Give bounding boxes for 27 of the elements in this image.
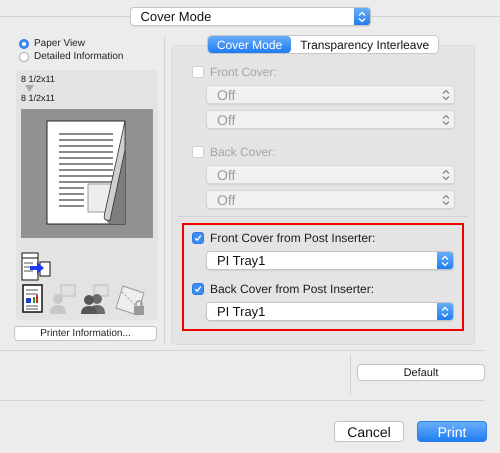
paper-size-label: 8 1/2x11 bbox=[21, 92, 56, 103]
arrow-down-icon bbox=[25, 85, 34, 92]
default-button[interactable]: Default bbox=[357, 364, 485, 381]
radio-button[interactable] bbox=[19, 52, 29, 62]
popup-button[interactable]: Cover Mode bbox=[130, 7, 370, 26]
radio-button[interactable] bbox=[19, 38, 29, 48]
checkbox-label: Front Cover from Post Inserter: bbox=[210, 231, 376, 245]
people-icon bbox=[81, 284, 109, 314]
checkbox[interactable] bbox=[192, 232, 204, 244]
popup-button[interactable]: PI Tray1 bbox=[206, 302, 454, 321]
paper-size-label: 8 1/2x11 bbox=[21, 74, 56, 84]
printer-information-button[interactable]: Printer Information... bbox=[14, 326, 157, 341]
checkbox-label: Front Cover: bbox=[210, 65, 277, 79]
checkbox-label: Back Cover from Post Inserter: bbox=[210, 282, 374, 296]
document-icon bbox=[21, 284, 45, 314]
stepper-icon bbox=[437, 252, 453, 269]
checkbox-label: Back Cover: bbox=[210, 145, 276, 159]
stepper-icon bbox=[437, 303, 453, 320]
cancel-button[interactable]: Cancel bbox=[334, 421, 404, 442]
locked-document-icon bbox=[114, 284, 146, 316]
stepper-icon bbox=[354, 8, 370, 25]
popup-button[interactable]: PI Tray1 bbox=[206, 251, 454, 270]
radio-label: Detailed Information bbox=[34, 51, 124, 62]
radio-label: Paper View bbox=[34, 38, 85, 49]
person-icon bbox=[50, 284, 76, 314]
checkbox[interactable] bbox=[192, 283, 204, 295]
printer-output-icon bbox=[21, 252, 51, 282]
